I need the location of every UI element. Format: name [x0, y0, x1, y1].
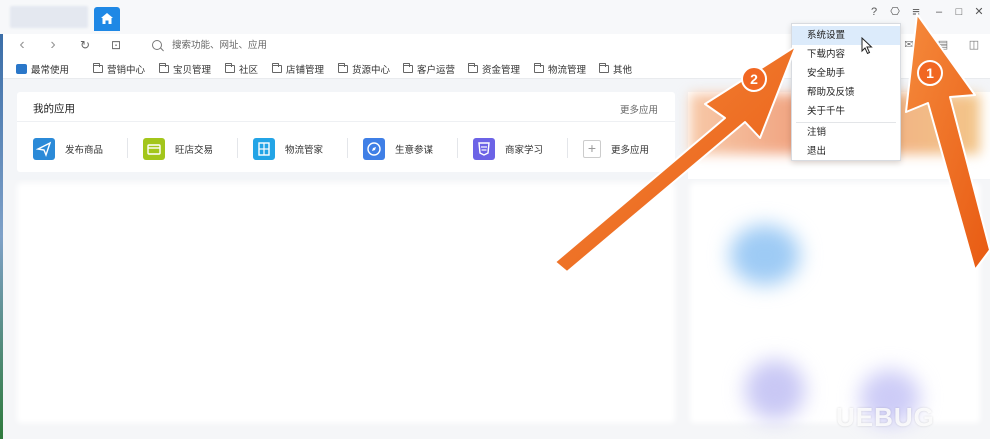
mail-icon[interactable]: ✉	[902, 38, 916, 52]
forward-button[interactable]: ›	[46, 37, 60, 53]
bookmark-label: 社区	[239, 65, 259, 76]
menu-icon[interactable]: ≡	[908, 4, 924, 20]
bookmark-most-used[interactable]: 最常使用	[16, 62, 69, 76]
maximize-button[interactable]: □	[951, 4, 967, 20]
skin-icon[interactable]: ⎔	[887, 4, 903, 20]
menu-item-security-assistant[interactable]: 安全助手	[792, 64, 900, 83]
bookmark-folder[interactable]: 宝贝管理	[159, 62, 211, 76]
folder-icon	[272, 63, 282, 73]
divider	[17, 121, 675, 122]
app-more[interactable]: + 更多应用	[583, 137, 649, 161]
bookmark-label: 其他	[613, 65, 633, 76]
shield-icon	[473, 138, 495, 160]
bookmark-folder[interactable]: 店铺管理	[272, 62, 324, 76]
folder-icon	[225, 63, 235, 73]
annotation-badge-1: 1	[917, 60, 943, 86]
divider	[127, 138, 128, 158]
menu-item-help-feedback[interactable]: 帮助及反馈	[792, 83, 900, 102]
bookmark-folder[interactable]: 物流管理	[534, 62, 586, 76]
bookmark-folder[interactable]: 货源中心	[338, 62, 390, 76]
bookmark-label: 店铺管理	[286, 65, 325, 76]
help-icon[interactable]: ?	[866, 4, 882, 20]
folder-icon	[93, 63, 103, 73]
bookmark-label: 资金管理	[482, 65, 521, 76]
my-apps-title: 我的应用	[33, 103, 75, 115]
divider	[457, 138, 458, 158]
bookmark-folder[interactable]: 其他	[599, 62, 632, 76]
app-label: 发布商品	[65, 145, 104, 156]
folder-icon	[534, 63, 544, 73]
folder-icon	[468, 63, 478, 73]
logistics-icon	[253, 138, 275, 160]
watermark: UEBUG	[836, 402, 935, 432]
bookmark-label: 客户运营	[417, 65, 456, 76]
main-menu-dropdown: 系统设置 下载内容 安全助手 帮助及反馈 关于千牛 注销 退出	[791, 23, 901, 161]
divider	[347, 138, 348, 158]
bookmark-folder[interactable]: 社区	[225, 62, 258, 76]
app-publish-product[interactable]: 发布商品	[33, 137, 103, 161]
bookmark-label: 宝贝管理	[173, 65, 212, 76]
bookmark-folder[interactable]: 营销中心	[93, 62, 145, 76]
app-label: 物流管家	[285, 145, 324, 156]
home-tab[interactable]	[94, 7, 120, 31]
close-button[interactable]: ✕	[971, 4, 987, 20]
back-button[interactable]: ‹	[15, 37, 29, 53]
folder-icon	[159, 63, 169, 73]
app-merchant-learning[interactable]: 商家学习	[473, 137, 543, 161]
folder-icon	[338, 63, 348, 73]
app-store-trade[interactable]: 旺店交易	[143, 137, 213, 161]
refresh-button[interactable]: ↻	[78, 38, 92, 52]
app-label: 生意参谋	[395, 145, 434, 156]
home-icon	[101, 13, 113, 24]
bag-icon[interactable]: ◫	[967, 38, 981, 52]
search-input[interactable]	[172, 37, 472, 53]
bookmark-folder[interactable]: 资金管理	[468, 62, 520, 76]
bookmark-label: 营销中心	[107, 65, 146, 76]
folder-icon	[599, 63, 609, 73]
compass-icon	[363, 138, 385, 160]
wallet-icon	[143, 138, 165, 160]
screenshot-button[interactable]: ⊡	[109, 38, 123, 52]
search-icon	[152, 40, 162, 50]
app-logistics[interactable]: 物流管家	[253, 137, 323, 161]
menu-item-logout[interactable]: 注销	[792, 123, 900, 142]
app-logo	[10, 6, 88, 28]
bookmark-label: 物流管理	[548, 65, 587, 76]
app-business-advisor[interactable]: 生意参谋	[363, 137, 433, 161]
bookmark-label: 货源中心	[352, 65, 391, 76]
divider	[237, 138, 238, 158]
app-label: 更多应用	[611, 145, 650, 156]
my-apps-panel	[17, 92, 675, 172]
more-apps-link[interactable]: 更多应用	[620, 102, 658, 116]
divider	[567, 138, 568, 158]
cube-icon	[16, 64, 27, 74]
bookmark-folder[interactable]: 客户运营	[403, 62, 455, 76]
blurred-card	[690, 183, 980, 423]
send-icon	[33, 138, 55, 160]
minimize-button[interactable]: –	[931, 4, 947, 20]
app-label: 商家学习	[505, 145, 544, 156]
menu-item-system-settings[interactable]: 系统设置	[792, 26, 900, 45]
folder-icon	[403, 63, 413, 73]
plus-icon: +	[583, 140, 601, 158]
blurred-shape	[745, 360, 805, 420]
mouse-cursor-icon	[861, 37, 873, 55]
bookmark-label: 最常使用	[31, 65, 70, 76]
blurred-shape	[730, 225, 800, 285]
calendar-icon[interactable]: ▤	[936, 38, 950, 52]
menu-item-about[interactable]: 关于千牛	[792, 102, 900, 121]
menu-item-downloads[interactable]: 下载内容	[792, 45, 900, 64]
menu-item-exit[interactable]: 退出	[792, 142, 900, 161]
app-label: 旺店交易	[175, 145, 214, 156]
blurred-card	[17, 183, 675, 423]
annotation-badge-2: 2	[741, 66, 767, 92]
desktop-edge	[0, 34, 3, 439]
